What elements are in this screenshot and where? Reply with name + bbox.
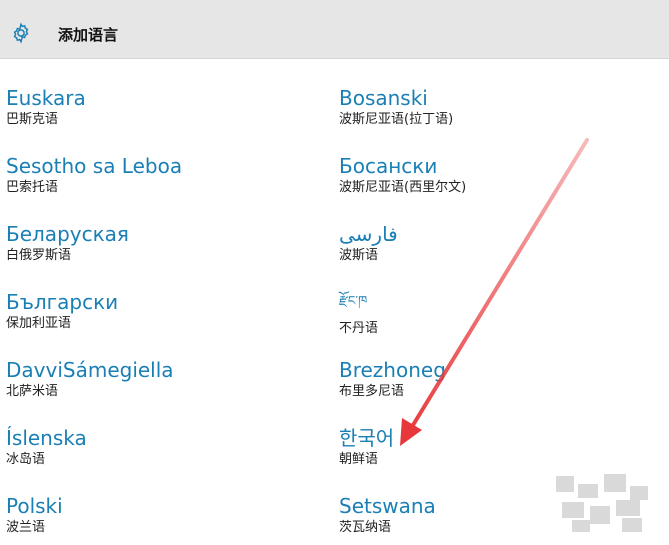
language-native-name: Setswana (339, 494, 436, 518)
language-native-name: Brezhoneg (339, 358, 446, 382)
page-title: 添加语言 (58, 26, 119, 44)
language-item-persian[interactable]: فارسی 波斯语 (339, 222, 398, 265)
language-chinese-name: 巴索托语 (6, 180, 59, 195)
language-chinese-name: 波兰语 (6, 520, 46, 535)
language-item-polish[interactable]: Polski 波兰语 (6, 494, 63, 537)
title-bar-strip (0, 0, 669, 8)
language-item-breton[interactable]: Brezhoneg 布里多尼语 (339, 358, 446, 401)
language-chinese-name: 冰岛语 (6, 452, 46, 467)
language-chinese-name: 布里多尼语 (339, 384, 405, 399)
language-native-name: Bosanski (339, 86, 428, 110)
language-native-name: DavviSámegiella (6, 358, 174, 382)
language-chinese-name: 白俄罗斯语 (6, 248, 72, 263)
language-chinese-name: 波斯尼亚语(拉丁语) (339, 112, 454, 127)
language-item-icelandic[interactable]: Íslenska 冰岛语 (6, 426, 87, 469)
language-native-name: Euskara (6, 86, 86, 110)
language-native-name: فارسی (339, 222, 398, 246)
language-native-name: Polski (6, 494, 63, 518)
language-chinese-name: 朝鲜语 (339, 452, 379, 467)
language-native-name: Sesotho sa Leboa (6, 154, 183, 178)
language-chinese-name: 巴斯克语 (6, 112, 59, 127)
language-item-sesotho-sa-leboa[interactable]: Sesotho sa Leboa 巴索托语 (6, 154, 182, 197)
language-chinese-name: 波斯尼亚语(西里尔文) (339, 180, 467, 195)
language-native-name: Íslenska (6, 426, 87, 450)
language-item-dzongkha[interactable]: རྫོང་ཁ 不丹语 (339, 290, 378, 338)
language-native-name: Беларуская (6, 222, 129, 246)
language-chinese-name: 茨瓦纳语 (339, 520, 392, 535)
language-native-name: Босански (339, 154, 438, 178)
language-item-korean[interactable]: 한국어 朝鲜语 (339, 426, 394, 469)
language-item-setswana[interactable]: Setswana 茨瓦纳语 (339, 494, 436, 537)
language-native-name: 한국어 (339, 426, 395, 450)
language-native-name: Български (6, 290, 119, 314)
language-chinese-name: 保加利亚语 (6, 316, 72, 331)
language-item-bosnian-cyrillic[interactable]: Босански 波斯尼亚语(西里尔文) (339, 154, 466, 197)
language-chinese-name: 不丹语 (339, 321, 379, 336)
language-item-belarusian[interactable]: Беларуская 白俄罗斯语 (6, 222, 129, 265)
language-chinese-name: 北萨米语 (6, 384, 59, 399)
watermark (556, 474, 648, 532)
language-item-euskara[interactable]: Euskara 巴斯克语 (6, 86, 86, 129)
page-header: 添加语言 (0, 8, 669, 59)
language-native-name: རྫོང་ཁ (339, 294, 368, 309)
language-item-bulgarian[interactable]: Български 保加利亚语 (6, 290, 118, 333)
language-chinese-name: 波斯语 (339, 248, 379, 263)
annotation-arrow (400, 138, 589, 446)
language-item-bosnian-latin[interactable]: Bosanski 波斯尼亚语(拉丁语) (339, 86, 453, 129)
gear-icon (13, 22, 29, 44)
language-item-northern-sami[interactable]: DavviSámegiella 北萨米语 (6, 358, 174, 401)
